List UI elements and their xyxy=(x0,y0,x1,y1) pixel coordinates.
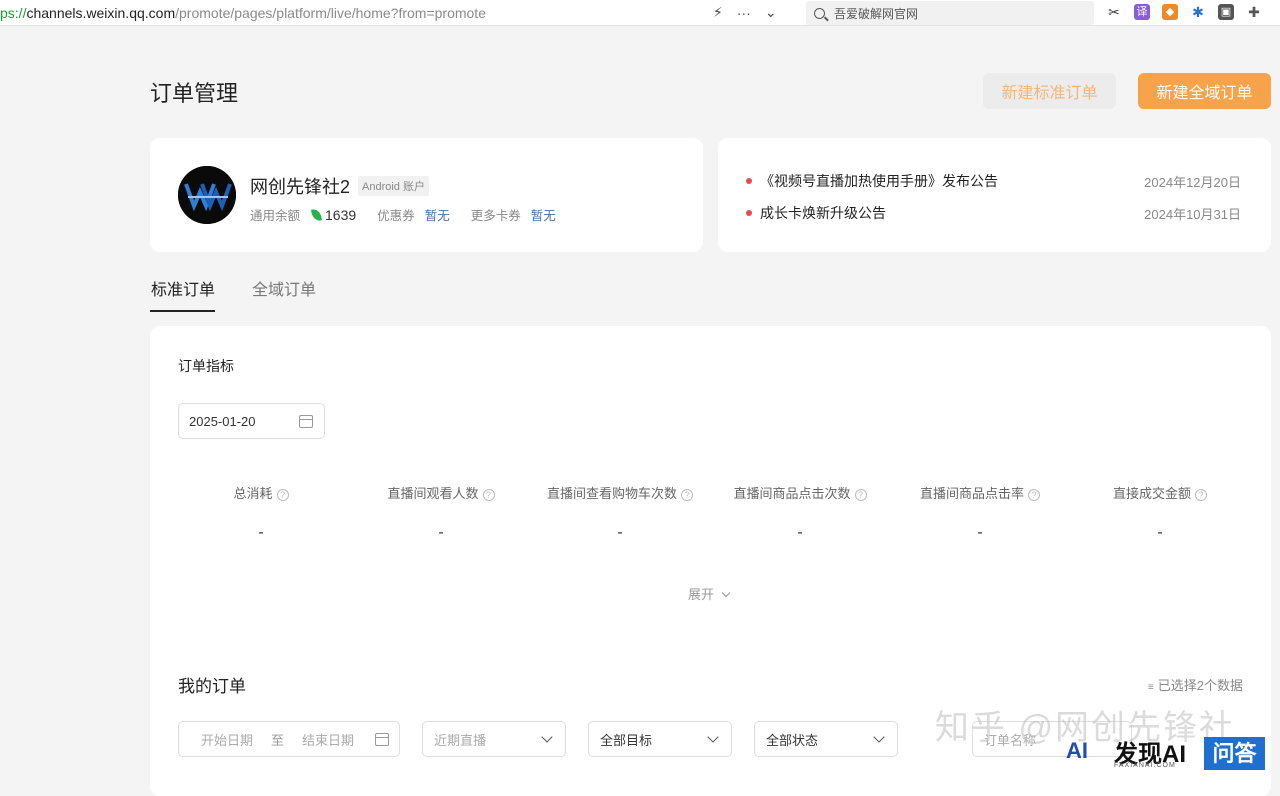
range-separator: 至 xyxy=(271,732,285,748)
metric-label: 直播间观看人数 xyxy=(387,486,479,501)
metric-label: 总消耗 xyxy=(233,486,273,501)
selected-count[interactable]: ≡ 已选择2个数据 xyxy=(1148,675,1243,694)
metrics-date-value: 2025-01-20 xyxy=(189,413,256,429)
calendar-icon xyxy=(299,415,313,428)
chevron-down-icon xyxy=(707,731,719,743)
metric-value: - xyxy=(617,524,623,541)
metric-item: 直播间查看购物车次数? - xyxy=(530,483,710,542)
metrics-title: 订单指标 xyxy=(178,358,234,374)
url-host: channels.weixin.qq.com xyxy=(26,4,176,21)
notice-item[interactable]: 《视频号直播加热使用手册》发布公告 xyxy=(746,171,998,191)
chevron-down-icon[interactable]: ⌄ xyxy=(765,4,777,21)
notice-text: 《视频号直播加热使用手册》发布公告 xyxy=(760,173,998,189)
help-icon[interactable]: ? xyxy=(1195,488,1207,501)
target-select-value: 全部目标 xyxy=(600,732,653,748)
help-icon[interactable]: ? xyxy=(482,488,495,501)
metric-label: 直播间查看购物车次数 xyxy=(546,486,677,501)
account-type-tag: Android 账户 xyxy=(358,176,429,196)
account-name: 网创先锋社2 xyxy=(250,177,351,197)
my-orders-title: 我的订单 xyxy=(178,677,246,696)
metric-label: 直接成交金额 xyxy=(1112,486,1191,501)
status-select[interactable]: 全部状态 xyxy=(754,721,898,757)
extension-icons: ✂ 译 ◆ ✱ ▣ ✚ xyxy=(1106,4,1262,20)
balance-value: 1639 xyxy=(325,206,357,223)
new-standard-order-button[interactable]: 新建标准订单 xyxy=(983,73,1116,109)
metric-value: - xyxy=(438,524,444,541)
more-icon[interactable]: ··· xyxy=(737,5,751,21)
account-card: 网创先锋社2 Android 账户 通用余额 1639 优惠券 暂无 更多卡券 … xyxy=(150,138,703,252)
metric-item: 直播间观看人数? - xyxy=(351,483,531,542)
notice-card: 《视频号直播加热使用手册》发布公告 2024年12月20日 成长卡焕新升级公告 … xyxy=(718,138,1271,252)
metric-label: 直播间商品点击率 xyxy=(919,486,1024,501)
logo-ai-mark: AI xyxy=(1066,738,1088,763)
card-label: 更多卡券 xyxy=(470,209,521,223)
logo-subtext: FAXIANAI.COM xyxy=(1114,762,1176,769)
browser-search-box[interactable]: 吾爱破解网官网 xyxy=(806,1,1094,25)
balance-label: 通用余额 xyxy=(250,209,301,223)
chevron-down-icon xyxy=(873,731,885,743)
translate-icon[interactable]: 译 xyxy=(1134,4,1150,20)
scissors-icon[interactable]: ✂ xyxy=(1106,4,1122,20)
lightning-icon[interactable]: ⚡ xyxy=(713,4,723,21)
fox-icon[interactable]: ◆ xyxy=(1162,4,1178,20)
search-icon xyxy=(814,7,825,19)
live-select[interactable]: 近期直播 xyxy=(422,721,566,757)
chevron-down-icon xyxy=(721,588,730,598)
avatar xyxy=(178,166,236,224)
cat-icon[interactable]: ▣ xyxy=(1218,4,1234,20)
expand-label: 展开 xyxy=(688,587,715,602)
status-select-value: 全部状态 xyxy=(766,732,819,748)
selected-text: 已选择2个数据 xyxy=(1157,678,1243,693)
url-scheme: ps:// xyxy=(0,4,27,21)
help-icon[interactable]: ? xyxy=(1028,488,1040,501)
notice-date: 2024年10月31日 xyxy=(1144,207,1241,222)
help-icon[interactable]: ? xyxy=(854,488,867,501)
url-path: /promote/pages/platform/live/home?from=p… xyxy=(175,4,486,21)
active-tab-indicator xyxy=(150,310,215,312)
new-all-domain-order-button[interactable]: 新建全域订单 xyxy=(1138,73,1271,109)
target-select[interactable]: 全部目标 xyxy=(588,721,732,757)
chevron-down-icon xyxy=(541,731,553,743)
live-select-placeholder: 近期直播 xyxy=(434,732,487,748)
notice-date: 2024年12月20日 xyxy=(1144,175,1241,190)
address-bar[interactable]: ps://channels.weixin.qq.com/promote/page… xyxy=(0,5,705,21)
logo-qa-badge: 问答 xyxy=(1204,737,1265,770)
notice-dot-icon xyxy=(746,178,752,184)
notice-item[interactable]: 成长卡焕新升级公告 xyxy=(746,203,886,223)
metric-item: 直接成交金额? - xyxy=(1070,483,1250,542)
start-date-input[interactable]: 开始日期 xyxy=(201,730,253,749)
date-range-picker[interactable]: 开始日期 至 结束日期 xyxy=(178,721,400,757)
page-title: 订单管理 xyxy=(150,81,239,106)
metrics-date-picker[interactable]: 2025-01-20 xyxy=(178,403,325,439)
metric-item: 直播间商品点击次数? - xyxy=(710,483,890,542)
notice-dot-icon xyxy=(746,210,752,216)
coupon-label: 优惠券 xyxy=(377,209,415,223)
tab-standard-orders[interactable]: 标准订单 xyxy=(151,276,215,300)
notice-text: 成长卡焕新升级公告 xyxy=(760,205,886,221)
metric-item: 总消耗? - xyxy=(171,483,351,542)
search-text: 吾爱破解网官网 xyxy=(834,6,919,21)
help-icon[interactable]: ? xyxy=(276,488,289,501)
coupon-value[interactable]: 暂无 xyxy=(425,205,450,224)
metric-value: - xyxy=(977,524,983,541)
metric-value: - xyxy=(258,524,264,541)
metric-item: 直播间商品点击率? - xyxy=(890,483,1070,542)
metric-label: 直播间商品点击次数 xyxy=(733,486,851,501)
network-icon[interactable]: ✱ xyxy=(1190,4,1206,20)
calendar-icon xyxy=(375,733,389,746)
metric-value: - xyxy=(1157,524,1163,541)
end-date-input[interactable]: 结束日期 xyxy=(302,730,354,749)
puzzle-icon[interactable]: ✚ xyxy=(1246,4,1262,20)
card-value[interactable]: 暂无 xyxy=(531,205,556,224)
leaf-icon xyxy=(311,207,322,222)
filter-icon: ≡ xyxy=(1147,682,1154,693)
expand-button[interactable]: 展开 xyxy=(688,584,730,603)
help-icon[interactable]: ? xyxy=(681,488,693,501)
tab-all-domain-orders[interactable]: 全域订单 xyxy=(252,276,316,300)
metric-value: - xyxy=(797,524,803,541)
